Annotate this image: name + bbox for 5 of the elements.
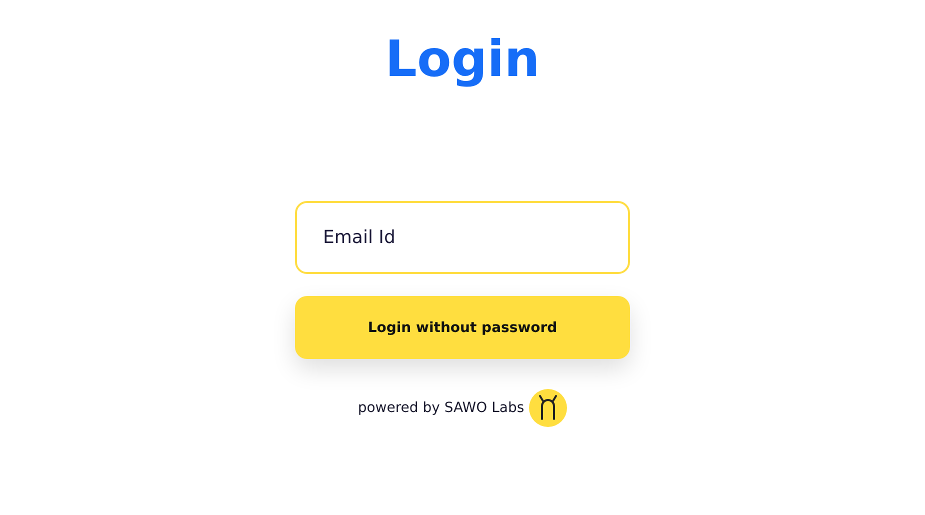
login-button[interactable]: Login without password xyxy=(295,296,630,359)
powered-by-text: powered by SAWO Labs xyxy=(358,400,524,416)
page-title: Login xyxy=(385,29,540,90)
logo-icon xyxy=(529,389,568,427)
email-field[interactable]: Email Id xyxy=(295,201,630,274)
